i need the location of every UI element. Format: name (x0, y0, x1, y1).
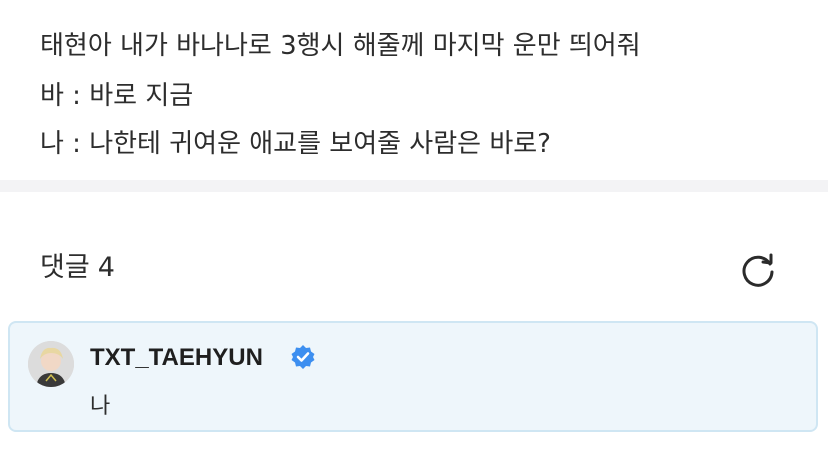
comment-author[interactable]: TXT_TAEHYUN (90, 343, 263, 373)
post-line-2: 바 : 바로 지금 (40, 81, 194, 111)
section-divider (0, 180, 828, 192)
comments-count: 4 (97, 252, 115, 283)
refresh-icon (742, 253, 774, 287)
post-body: 태현아 내가 바나나로 3행시 해줄께 마지막 운만 띄어줘 바 : 바로 지금… (0, 0, 828, 180)
post-line-3: 나 : 나한테 귀여운 애교를 보여줄 사람은 바로? (40, 129, 551, 159)
avatar-image (28, 341, 74, 387)
comments-label: 댓글 (40, 252, 90, 283)
refresh-button[interactable] (736, 248, 780, 292)
avatar[interactable] (28, 341, 74, 387)
comment-text: 나 (90, 394, 111, 419)
post-line-1: 태현아 내가 바나나로 3행시 해줄께 마지막 운만 띄어줘 (40, 31, 641, 61)
comments-title: 댓글 4 (40, 252, 115, 284)
comments-header: 댓글 4 (0, 192, 828, 320)
verified-badge-icon (291, 345, 315, 369)
comment-card: TXT_TAEHYUN 나 (8, 321, 818, 432)
